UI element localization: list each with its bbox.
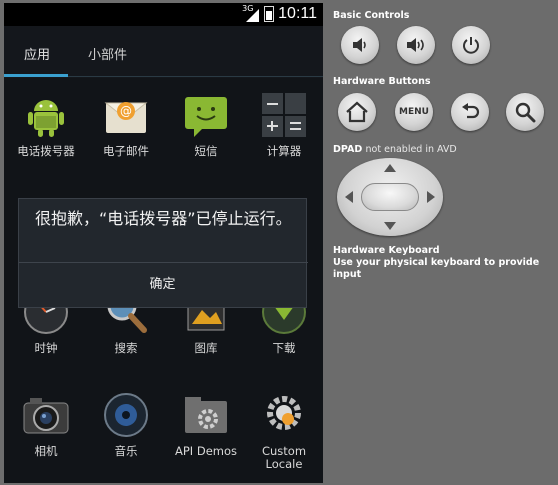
volume-down-icon [353, 38, 366, 52]
app-email[interactable]: @ 电子邮件 [86, 91, 166, 158]
menu-label: MENU [399, 107, 429, 117]
emulator-window: 3G 10:11 应用 小部件 电话拨号器 @ 电子邮件 短信 计算器 时钟 搜… [0, 0, 558, 485]
folder-gear-icon [182, 391, 230, 439]
error-dialog: 很抱歉，“电话拨号器”已停止运行。 确定 [18, 198, 308, 308]
app-label: API Demos [174, 444, 237, 458]
signal-icon: 3G [242, 4, 260, 23]
keyboard-note: Use your physical keyboard to provide in… [333, 257, 540, 280]
dpad-up-icon [384, 164, 396, 172]
camera-icon [22, 391, 70, 439]
dialog-message: 很抱歉，“电话拨号器”已停止运行。 [35, 209, 292, 228]
home-button[interactable] [338, 93, 376, 131]
home-icon [346, 101, 368, 123]
calculator-icon [260, 91, 308, 139]
menu-button[interactable]: MENU [395, 93, 433, 131]
music-icon [102, 391, 150, 439]
app-custom-locale[interactable]: Custom Locale [244, 391, 323, 471]
status-bar: 3G 10:11 [4, 3, 323, 26]
volume-up-button[interactable] [397, 26, 435, 64]
tab-bar: 应用 小部件 [4, 26, 323, 78]
app-label: 电话拨号器 [17, 144, 75, 158]
app-label: 下载 [272, 341, 296, 355]
controls-panel: Basic Controls Hardware Buttons MENU DPA… [323, 0, 558, 485]
app-label: Custom Locale [261, 444, 307, 471]
basic-controls-title: Basic Controls [333, 10, 410, 21]
app-label: 搜索 [114, 341, 138, 355]
app-label: 图库 [194, 341, 218, 355]
keyboard-title: Hardware Keyboard [333, 245, 440, 256]
dpad-note: not enabled in AVD [365, 144, 457, 155]
app-messaging[interactable]: 短信 [166, 91, 246, 158]
volume-down-button[interactable] [341, 26, 379, 64]
battery-icon [264, 6, 275, 22]
tab-widgets[interactable]: 小部件 [88, 44, 127, 63]
hardware-keyboard-section: Hardware Keyboard Use your physical keyb… [333, 245, 558, 281]
messaging-icon [182, 91, 230, 139]
phone-screen: 3G 10:11 应用 小部件 电话拨号器 @ 电子邮件 短信 计算器 时钟 搜… [4, 3, 323, 483]
app-api-demos[interactable]: API Demos [166, 391, 246, 458]
svg-text:@: @ [120, 104, 132, 118]
android-icon [22, 91, 70, 139]
hardware-buttons-title: Hardware Buttons [333, 76, 431, 87]
app-label: 时钟 [34, 341, 58, 355]
app-dialer[interactable]: 电话拨号器 [6, 91, 86, 158]
app-label: 电子邮件 [103, 144, 149, 158]
app-calculator[interactable]: 计算器 [244, 91, 323, 158]
dpad-left-icon [345, 191, 353, 203]
tab-indicator [4, 74, 68, 77]
tab-divider [68, 76, 323, 77]
dpad-down-icon [384, 222, 396, 230]
search-button[interactable] [506, 93, 544, 131]
dpad-right-icon [427, 191, 435, 203]
email-icon: @ [102, 91, 150, 139]
dpad-center-button[interactable] [361, 183, 419, 211]
locale-gear-icon [260, 391, 308, 439]
power-icon [463, 37, 479, 54]
dpad-title: DPAD not enabled in AVD [333, 144, 457, 155]
power-button[interactable] [452, 26, 490, 64]
volume-up-icon [407, 38, 424, 52]
app-label: 相机 [34, 444, 58, 458]
ok-button[interactable]: 确定 [19, 263, 306, 307]
tab-apps[interactable]: 应用 [24, 44, 50, 63]
status-clock: 10:11 [278, 5, 317, 22]
app-label: 计算器 [266, 144, 302, 158]
app-label: 短信 [194, 144, 218, 158]
back-icon [462, 103, 480, 119]
back-button[interactable] [451, 93, 489, 131]
dpad[interactable] [337, 158, 443, 236]
app-music[interactable]: 音乐 [86, 391, 166, 458]
app-camera[interactable]: 相机 [6, 391, 86, 458]
app-label: 音乐 [114, 444, 138, 458]
search-icon [515, 102, 536, 123]
